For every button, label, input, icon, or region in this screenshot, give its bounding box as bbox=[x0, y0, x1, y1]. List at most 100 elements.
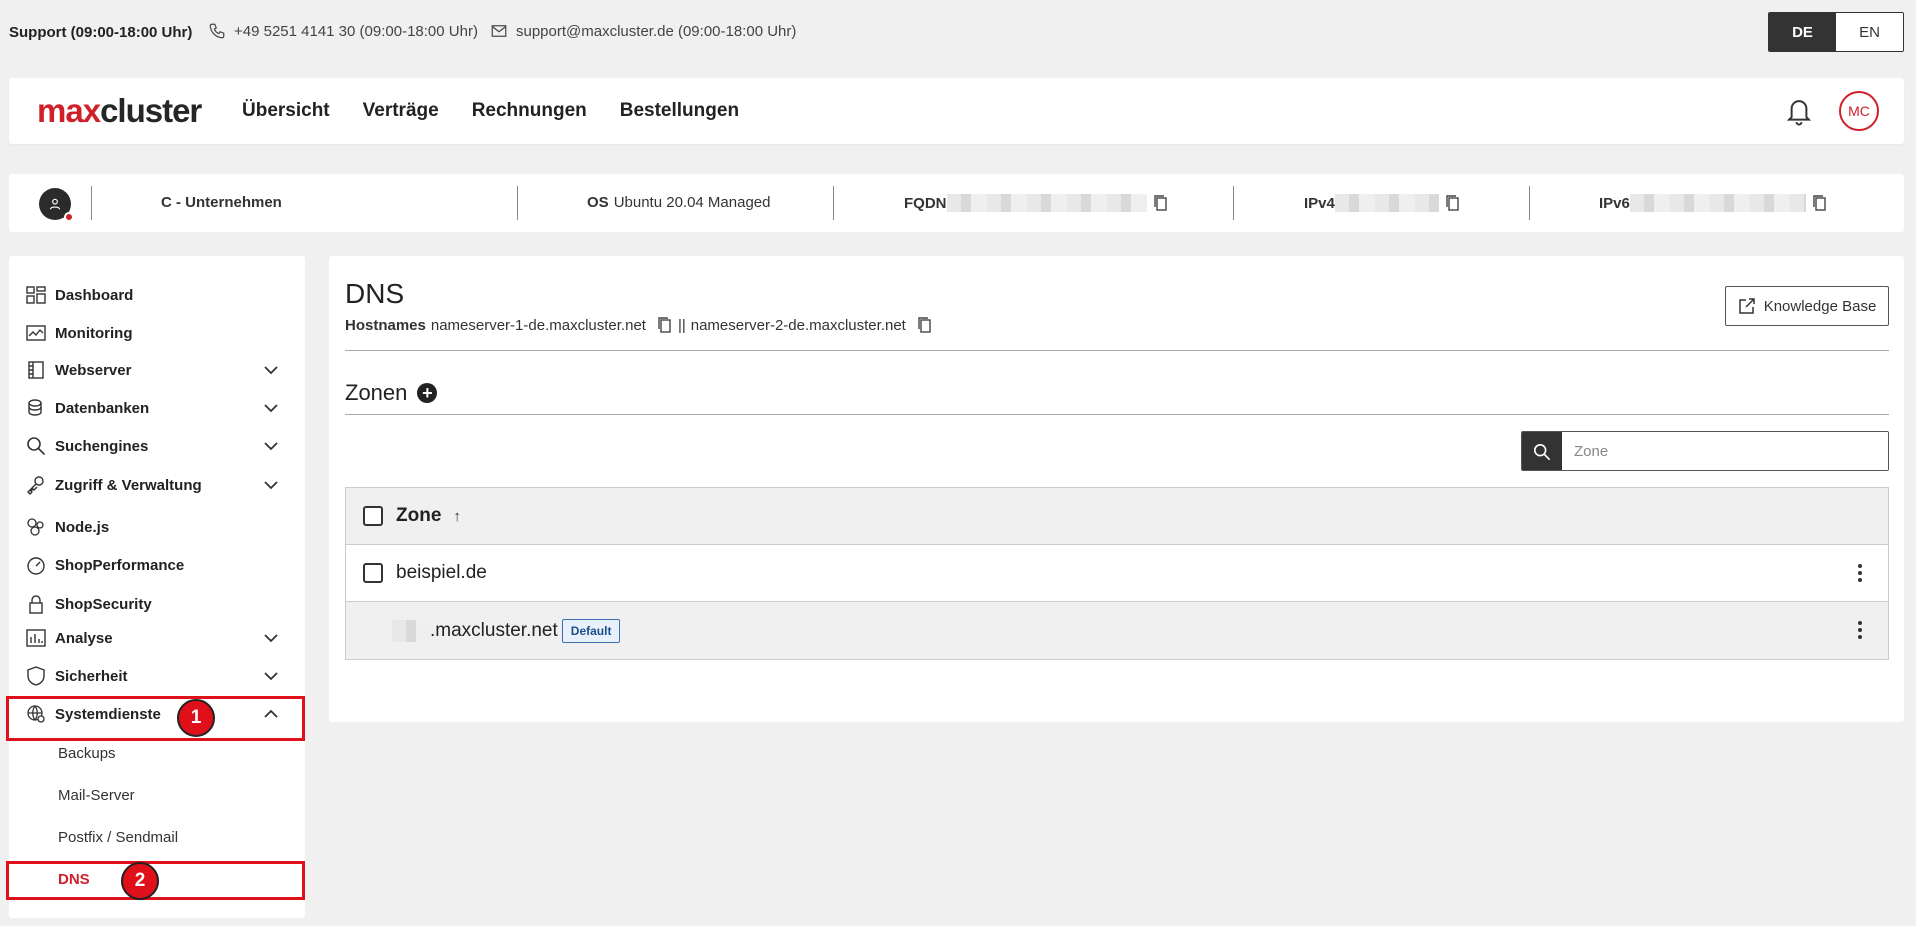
sidebar-item-label: Monitoring bbox=[55, 324, 133, 342]
search-icon bbox=[25, 435, 47, 457]
sidebar-subitem-mail-server[interactable]: Mail-Server bbox=[58, 787, 135, 804]
sidebar-item-shopsecurity[interactable]: ShopSecurity bbox=[25, 589, 289, 619]
ipv6-label: IPv6 bbox=[1599, 194, 1630, 212]
sidebar-item-label: Sicherheit bbox=[55, 667, 128, 685]
logo-max: max bbox=[37, 92, 101, 129]
shield-icon bbox=[25, 665, 47, 687]
dns-panel: DNS Hostnames nameserver-1-de.maxcluster… bbox=[329, 256, 1904, 722]
search-button[interactable] bbox=[1522, 432, 1562, 470]
sidebar-item-nodejs[interactable]: Node.js bbox=[25, 512, 289, 542]
bell-icon[interactable] bbox=[1784, 95, 1814, 127]
sidebar-item-datenbanken[interactable]: Datenbanken bbox=[25, 393, 289, 423]
sidebar-item-shopperformance[interactable]: ShopPerformance bbox=[25, 550, 289, 580]
zonen-section-title: Zonen + bbox=[345, 380, 438, 406]
divider bbox=[1529, 186, 1530, 220]
status-dot bbox=[64, 212, 74, 222]
table-row[interactable]: .maxcluster.net Default bbox=[346, 602, 1888, 659]
sidebar-item-label: ShopPerformance bbox=[55, 556, 185, 574]
row-checkbox[interactable] bbox=[363, 563, 383, 583]
dashboard-icon bbox=[25, 284, 47, 306]
knowledge-base-label: Knowledge Base bbox=[1763, 297, 1877, 315]
chevron-down-icon[interactable] bbox=[263, 362, 279, 378]
hostnames-line: Hostnames nameserver-1-de.maxcluster.net… bbox=[345, 316, 933, 334]
nav-uebersicht[interactable]: Übersicht bbox=[242, 100, 330, 122]
sidebar-item-analyse[interactable]: Analyse bbox=[25, 623, 289, 653]
copy-icon[interactable] bbox=[657, 316, 673, 334]
knowledge-base-button[interactable]: Knowledge Base bbox=[1725, 286, 1889, 326]
os-value: Ubuntu 20.04 Managed bbox=[613, 194, 771, 211]
add-zone-button[interactable]: + bbox=[417, 383, 438, 403]
sidebar-item-monitoring[interactable]: Monitoring bbox=[25, 318, 289, 348]
annotation-badge-2: 2 bbox=[121, 862, 159, 900]
analytics-icon bbox=[25, 627, 47, 649]
divider bbox=[833, 186, 834, 220]
chevron-down-icon[interactable] bbox=[263, 400, 279, 416]
annotation-box-systemdienste bbox=[6, 696, 305, 741]
more-options-icon[interactable] bbox=[1858, 563, 1862, 583]
sidebar-item-sicherheit[interactable]: Sicherheit bbox=[25, 661, 289, 691]
sidebar-item-zugriff-verwaltung[interactable]: Zugriff & Verwaltung bbox=[25, 470, 289, 500]
zone-search-input[interactable] bbox=[1562, 432, 1888, 470]
email-contact[interactable]: support@maxcluster.de (09:00-18:00 Uhr) bbox=[490, 22, 796, 40]
sidebar-item-dashboard[interactable]: Dashboard bbox=[25, 280, 289, 310]
monitoring-icon bbox=[25, 322, 47, 344]
chevron-down-icon[interactable] bbox=[263, 668, 279, 684]
sidebar-item-label: Dashboard bbox=[55, 286, 134, 304]
copy-icon[interactable] bbox=[1812, 194, 1828, 212]
hostname-2: nameserver-2-de.maxcluster.net bbox=[690, 316, 906, 334]
column-header-zone[interactable]: Zone bbox=[396, 505, 441, 527]
sidebar-item-label: Analyse bbox=[55, 629, 113, 647]
hostnames-label: Hostnames bbox=[345, 316, 426, 334]
copy-icon[interactable] bbox=[1445, 194, 1461, 212]
os-label: OS bbox=[587, 194, 609, 211]
external-link-icon bbox=[1738, 298, 1755, 314]
nodejs-icon bbox=[25, 516, 47, 538]
lang-de-button[interactable]: DE bbox=[1769, 13, 1836, 51]
nav-bestellungen[interactable]: Bestellungen bbox=[620, 100, 739, 122]
table-row[interactable]: beispiel.de bbox=[346, 545, 1888, 602]
maxcluster-logo[interactable]: maxcluster bbox=[37, 92, 202, 130]
copy-icon[interactable] bbox=[1153, 194, 1169, 212]
hostname-1: nameserver-1-de.maxcluster.net bbox=[430, 316, 646, 334]
zone-search bbox=[1521, 431, 1889, 471]
divider bbox=[91, 186, 92, 220]
sidebar-item-label: Webserver bbox=[55, 361, 132, 379]
chevron-down-icon[interactable] bbox=[263, 438, 279, 454]
mail-icon bbox=[491, 25, 507, 37]
select-all-checkbox[interactable] bbox=[363, 506, 383, 526]
account-avatar[interactable] bbox=[39, 188, 74, 222]
sidebar-item-label: Node.js bbox=[55, 518, 110, 536]
sidebar: Dashboard Monitoring Webserver Datenbank… bbox=[9, 256, 305, 918]
sidebar-item-label: Suchengines bbox=[55, 437, 149, 455]
sidebar-subitem-postfix-sendmail[interactable]: Postfix / Sendmail bbox=[58, 829, 178, 846]
nav-vertraege[interactable]: Verträge bbox=[363, 100, 439, 122]
sidebar-subitem-backups[interactable]: Backups bbox=[58, 745, 116, 762]
phone-contact[interactable]: +49 5251 4141 30 (09:00-18:00 Uhr) bbox=[208, 22, 478, 40]
divider bbox=[1233, 186, 1234, 220]
zones-table: Zone ↑ beispiel.de .maxcluster.net Defau… bbox=[345, 487, 1889, 660]
ipv4-label: IPv4 bbox=[1304, 194, 1335, 212]
lang-en-button[interactable]: EN bbox=[1836, 13, 1903, 51]
nav-rechnungen[interactable]: Rechnungen bbox=[472, 100, 587, 122]
company-text: C - Unternehmen bbox=[161, 194, 282, 211]
sidebar-item-webserver[interactable]: Webserver bbox=[25, 355, 289, 385]
copy-icon[interactable] bbox=[917, 316, 933, 334]
zone-name: .maxcluster.net bbox=[430, 619, 558, 641]
sidebar-item-suchengines[interactable]: Suchengines bbox=[25, 431, 289, 461]
ipv4-value-redacted bbox=[1334, 194, 1439, 212]
chevron-down-icon[interactable] bbox=[263, 630, 279, 646]
chevron-down-icon[interactable] bbox=[263, 477, 279, 493]
user-icon bbox=[49, 198, 61, 210]
sidebar-item-label: ShopSecurity bbox=[55, 595, 152, 613]
database-icon bbox=[25, 397, 47, 419]
sidebar-item-label: Datenbanken bbox=[55, 399, 150, 417]
speedometer-icon bbox=[25, 554, 47, 576]
ipv6-info: IPv6 bbox=[1599, 194, 1828, 212]
table-header-row: Zone ↑ bbox=[346, 488, 1888, 545]
sort-ascending-icon[interactable]: ↑ bbox=[453, 508, 461, 525]
user-avatar-button[interactable]: MC bbox=[1839, 91, 1879, 131]
more-options-icon[interactable] bbox=[1858, 620, 1862, 640]
lock-icon bbox=[25, 593, 47, 615]
email-text: support@maxcluster.de (09:00-18:00 Uhr) bbox=[516, 22, 797, 40]
company-name: C - Unternehmen bbox=[161, 194, 287, 211]
